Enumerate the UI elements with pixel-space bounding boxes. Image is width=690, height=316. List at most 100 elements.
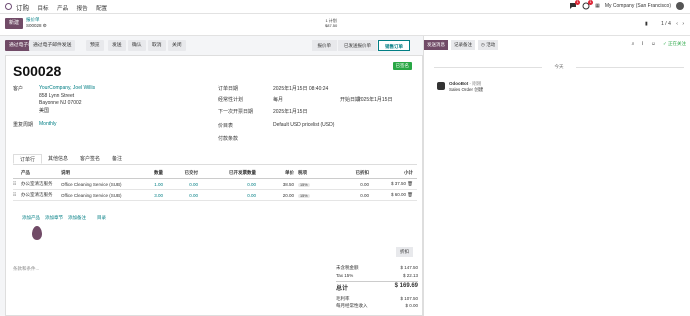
message-body: OdooBot - 刚刚 Sales Order 创建: [449, 81, 483, 93]
tab-notes[interactable]: 备注: [106, 154, 128, 164]
menu-item-goals[interactable]: 目标: [38, 6, 49, 12]
cell-product[interactable]: 办公室清洁服务: [21, 181, 61, 187]
cancel-button[interactable]: 取消: [148, 40, 166, 51]
table-row[interactable]: ⠿ 办公室清洁服务 Office Cleaning Service (SUB) …: [13, 190, 417, 201]
menu-item-products[interactable]: 产品: [57, 6, 68, 12]
activity-clock-icon[interactable]: 1: [582, 0, 594, 10]
drag-handle-icon[interactable]: ⠿: [13, 192, 21, 198]
company-name[interactable]: My Company (San Francisco): [605, 3, 671, 9]
header-product[interactable]: 产品: [21, 170, 61, 176]
menu-item-orders[interactable]: 订购: [16, 5, 29, 12]
add-note-link[interactable]: 添加备注: [68, 215, 86, 221]
user-avatar[interactable]: [676, 2, 684, 10]
customer-field[interactable]: YourCompany, Joel Willis: [39, 85, 95, 91]
start-date-field[interactable]: 2025年1月15日: [358, 96, 392, 103]
customer-address-line1: 858 Lynn Street: [39, 93, 75, 99]
app-menu-icon[interactable]: [5, 3, 12, 10]
close-button[interactable]: 关闭: [168, 40, 186, 51]
cell-subtotal: $ 60.00 🗑: [369, 192, 413, 198]
log-note-button[interactable]: 记录备注: [451, 40, 475, 50]
next-invoice-field[interactable]: 2025年1月15日: [273, 108, 307, 115]
followers-icon[interactable]: ☺: [651, 41, 656, 47]
add-product-link[interactable]: 添加产品: [22, 215, 40, 221]
delete-row-icon[interactable]: 🗑: [407, 192, 413, 197]
subtotal-value: $ 60.00: [391, 192, 407, 197]
tab-other-info[interactable]: 其他信息: [42, 154, 74, 164]
customer-address-line3: 美国: [39, 108, 50, 114]
catalog-link[interactable]: 目录: [97, 215, 106, 221]
header-quantity[interactable]: 数量: [123, 170, 163, 176]
next-record-icon[interactable]: ›: [682, 21, 684, 27]
pager: ▮ 1 / 4 ‹ ›: [645, 21, 684, 27]
activity-button[interactable]: ◷ 活动: [478, 40, 499, 50]
terms-field[interactable]: 条款和条件...: [13, 266, 39, 272]
tax-row: Tax 15% $ 22.13: [336, 273, 418, 281]
stage-sent[interactable]: 已发送报价单: [338, 40, 377, 51]
header-discount[interactable]: 已折扣: [322, 170, 370, 176]
subscription-kpi[interactable]: 1 计划 $87.50: [325, 18, 337, 28]
total-value: $ 169.69: [394, 283, 418, 289]
header-subtotal[interactable]: 小计: [369, 170, 413, 176]
cell-subtotal: $ 37.50 🗑: [369, 181, 413, 187]
table-header: 产品 说明 数量 已交付 已开发票数量 单价 税项 已折扣 小计: [13, 168, 417, 179]
message-author: OdooBot: [449, 81, 469, 86]
paperclip-icon[interactable]: ⌇: [641, 41, 643, 47]
follow-button[interactable]: ✓ 正在关注: [663, 41, 686, 47]
menu-item-config[interactable]: 配置: [96, 6, 107, 12]
header-invoiced[interactable]: 已开发票数量: [198, 170, 256, 176]
menu-item-reports[interactable]: 报告: [77, 6, 88, 12]
customer-label: 客户: [13, 86, 24, 92]
chat-icon[interactable]: 1: [569, 0, 581, 10]
order-date-field[interactable]: 2025年1月15日 08:40:24: [273, 85, 328, 92]
tab-order-lines[interactable]: 订单行: [13, 154, 43, 164]
tax-value: $ 22.13: [402, 273, 418, 278]
header-description[interactable]: 说明: [61, 170, 123, 176]
pager-value[interactable]: 1 / 4: [661, 21, 671, 27]
cell-discount[interactable]: 0.00: [322, 182, 369, 187]
send-email-secondary-button[interactable]: 通过电子邮件发送: [29, 40, 76, 51]
gear-icon[interactable]: ⚙: [43, 23, 47, 28]
confirm-button[interactable]: 确认: [128, 40, 146, 51]
print-icon[interactable]: ▮: [645, 21, 648, 27]
search-icon[interactable]: ⌕: [632, 41, 635, 47]
cell-taxes[interactable]: 15%: [294, 182, 322, 187]
cell-unit-price[interactable]: 20.00: [256, 193, 294, 198]
clock-icon: ◷: [481, 42, 485, 47]
discount-button[interactable]: 折扣: [396, 247, 413, 257]
cell-discount[interactable]: 0.00: [322, 193, 369, 198]
add-section-link[interactable]: 添加章节: [45, 215, 63, 221]
header-taxes[interactable]: 税项: [294, 170, 322, 176]
cell-delivered[interactable]: 0.00: [163, 182, 198, 187]
new-button[interactable]: 新建: [5, 18, 24, 29]
send-message-button[interactable]: 发送消息: [424, 40, 448, 50]
plan-label: 经常性计划: [218, 97, 244, 103]
prev-record-icon[interactable]: ‹: [676, 21, 678, 27]
stage-quotation[interactable]: 报价单: [311, 40, 337, 51]
chatter-panel: 发送消息 记录备注 ◷ 活动 ⌕ ⌇ ☺ ✓ 正在关注 今天 OdooBot -…: [423, 36, 690, 316]
cell-quantity[interactable]: 3.00: [123, 193, 163, 198]
cell-taxes[interactable]: 15%: [294, 193, 322, 198]
record-title: S00028: [13, 63, 62, 79]
pricelist-field[interactable]: Default USD pricelist (USD): [273, 122, 334, 128]
header-unit-price[interactable]: 单价: [256, 170, 294, 176]
delete-row-icon[interactable]: 🗑: [407, 181, 413, 186]
preview-button[interactable]: 预览: [86, 40, 104, 51]
stage-sales-order[interactable]: 销售订单: [378, 40, 410, 51]
cell-description[interactable]: Office Cleaning Service (SUB): [61, 182, 123, 187]
cell-delivered[interactable]: 0.00: [163, 193, 198, 198]
tab-customer-signature[interactable]: 客户签名: [74, 154, 106, 164]
company-switcher-icon[interactable]: ▦: [595, 3, 600, 9]
app-window: 订购 目标 产品 报告 配置 1 1 ▦ My Company (San Fra…: [0, 0, 690, 316]
header-delivered[interactable]: 已交付: [163, 170, 199, 176]
recurrence-field[interactable]: Monthly: [39, 121, 57, 127]
cell-unit-price[interactable]: 38.50: [256, 182, 294, 187]
send-button[interactable]: 发送: [108, 40, 126, 51]
order-lines-table: 产品 说明 数量 已交付 已开发票数量 单价 税项 已折扣 小计 ⠿ 办公室清洁…: [13, 168, 417, 201]
cell-description[interactable]: Office Cleaning Service (SUB): [61, 193, 123, 198]
table-row[interactable]: ⠿ 办公室清洁服务 Office Cleaning Service (SUB) …: [13, 179, 417, 190]
drag-handle-icon[interactable]: ⠿: [13, 181, 21, 187]
cell-quantity[interactable]: 1.00: [123, 182, 163, 187]
plan-field[interactable]: 每月: [273, 96, 283, 103]
cell-product[interactable]: 办公室清洁服务: [21, 192, 61, 198]
tax-tag: 15%: [298, 193, 310, 198]
